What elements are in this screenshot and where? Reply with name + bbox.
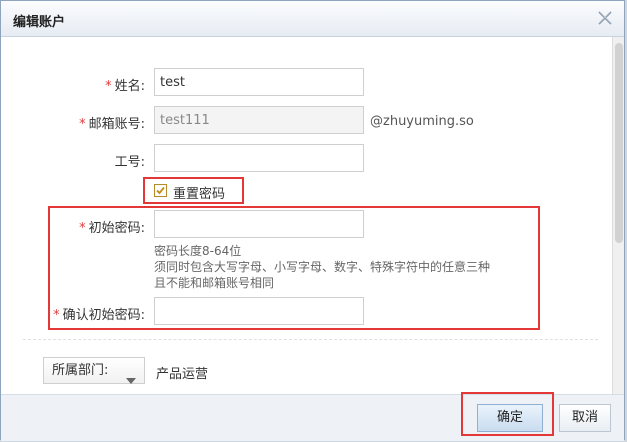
dialog-body: *姓名: *邮箱账号: @zhuyuming.so 工号: 重置密码 *初始密码…	[1, 37, 613, 394]
employee-id-label: 工号:	[114, 155, 145, 170]
cancel-button[interactable]: 取消	[559, 404, 611, 432]
dialog-title: 编辑账户	[13, 15, 66, 30]
password-hint-line: 且不能和邮箱账号相同	[154, 276, 275, 290]
required-mark: *	[79, 221, 86, 236]
department-button-label: 所属部门:	[52, 363, 109, 378]
required-mark: *	[79, 117, 86, 132]
scrollbar-thumb[interactable]	[615, 43, 623, 243]
email-domain-suffix: @zhuyuming.so	[370, 114, 474, 129]
initial-password-input[interactable]	[154, 210, 364, 238]
employee-id-input[interactable]	[154, 144, 364, 172]
password-hint-line: 须同时包含大写字母、小写字母、数字、特殊字符中的任意三种	[154, 260, 491, 274]
edit-account-dialog: 编辑账户 *姓名: *邮箱账号: @zhuyuming.so 工号:	[0, 0, 625, 441]
email-input	[154, 106, 364, 134]
required-mark: *	[105, 79, 112, 94]
dialog-titlebar: 编辑账户	[1, 1, 624, 37]
dialog-footer: 确定 取消	[1, 392, 624, 441]
department-value: 产品运营	[156, 367, 209, 382]
confirm-password-label: * 确认初始密码:	[53, 308, 145, 323]
reset-password-label[interactable]: 重置密码	[173, 183, 225, 202]
confirm-password-input[interactable]	[154, 297, 364, 325]
department-dropdown[interactable]: 所属部门:	[43, 357, 145, 384]
dropdown-arrow-icon	[126, 368, 136, 393]
password-hint-line: 密码长度8-64位	[154, 244, 242, 258]
email-label: * 邮箱账号:	[79, 117, 145, 132]
required-mark: *	[53, 308, 60, 323]
name-label: * 姓名:	[105, 79, 145, 94]
checkmark-icon	[156, 186, 165, 195]
reset-password-checkbox[interactable]	[154, 184, 167, 197]
close-icon[interactable]	[596, 9, 614, 27]
initial-password-label: * 初始密码:	[79, 221, 145, 236]
section-divider	[23, 339, 598, 340]
confirm-button[interactable]: 确定	[477, 404, 543, 432]
name-input[interactable]	[154, 68, 364, 96]
vertical-scrollbar[interactable]	[612, 37, 624, 394]
